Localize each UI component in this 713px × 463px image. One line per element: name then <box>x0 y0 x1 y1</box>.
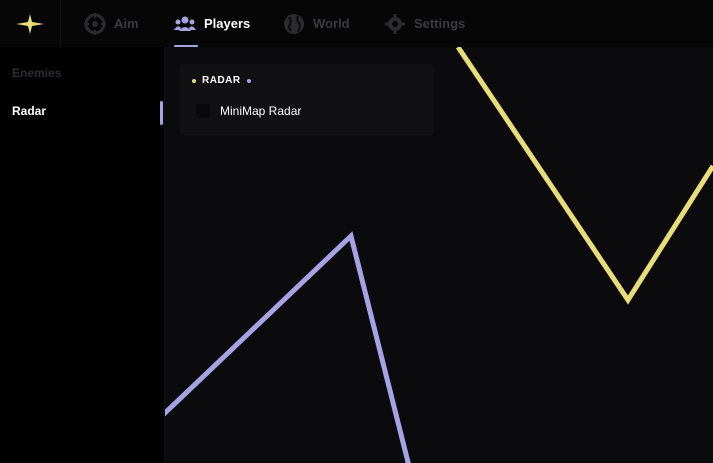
tab-aim-label: Aim <box>114 16 139 31</box>
globe-icon <box>284 13 304 34</box>
crosshair-icon <box>84 12 106 35</box>
yellow-zigzag-line <box>455 45 713 305</box>
purple-dot-icon <box>246 78 251 83</box>
tab-world-label: World <box>313 16 350 31</box>
sidebar-item-label: Radar <box>12 104 47 118</box>
radar-panel-title: RADAR <box>202 75 241 86</box>
users-icon <box>174 16 196 31</box>
tab-world[interactable]: World <box>283 0 350 47</box>
sidebar-item-label: Enemies <box>12 66 62 80</box>
gear-icon <box>385 13 405 34</box>
yellow-dot-icon <box>192 78 196 83</box>
radar-panel-header: RADAR <box>192 75 251 86</box>
sidebar-item-enemies[interactable]: Enemies <box>12 66 61 80</box>
tab-settings-label: Settings <box>414 16 466 31</box>
tab-players-label: Players <box>204 16 251 31</box>
sparkle-star-icon <box>16 13 44 34</box>
active-tab-indicator <box>174 45 198 47</box>
app-logo <box>0 0 61 47</box>
sidebar: Enemies Radar <box>0 47 165 463</box>
minimap-radar-option[interactable]: MiniMap Radar <box>196 104 301 118</box>
top-nav-bar: Aim Players World Settings <box>0 0 713 47</box>
minimap-radar-label: MiniMap Radar <box>220 104 302 118</box>
tab-aim[interactable]: Aim <box>84 0 139 47</box>
tab-players[interactable]: Players <box>174 0 250 47</box>
radar-panel: RADAR MiniMap Radar <box>180 64 434 135</box>
tab-settings[interactable]: Settings <box>384 0 465 47</box>
sidebar-item-radar[interactable]: Radar <box>12 104 46 118</box>
minimap-radar-checkbox[interactable] <box>196 104 210 118</box>
sidebar-active-indicator <box>160 101 163 125</box>
